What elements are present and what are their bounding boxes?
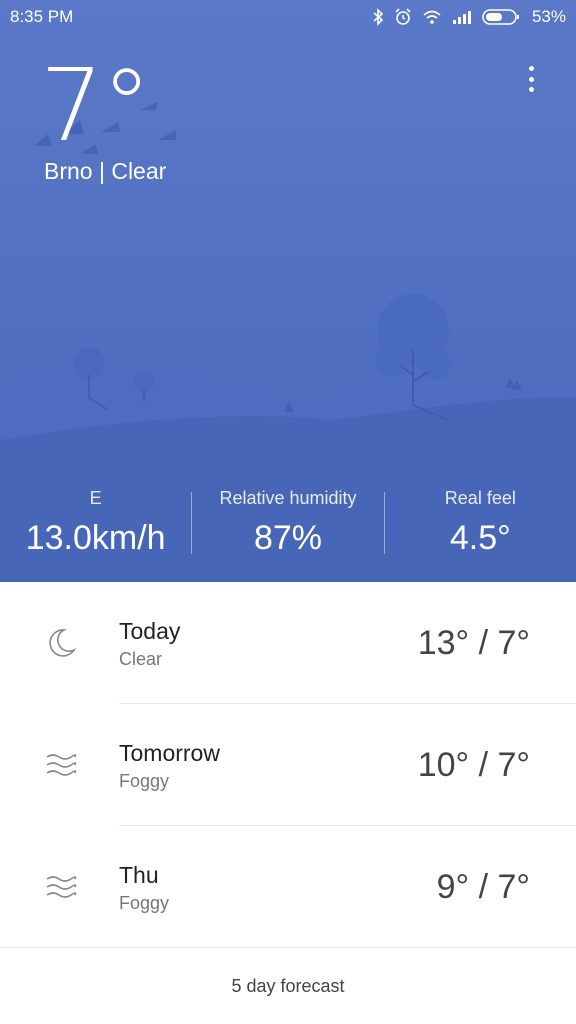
wifi-icon: [423, 10, 441, 24]
real-feel-label: Real feel: [444, 488, 516, 508]
signal-icon: [452, 11, 471, 24]
wind-speed: 13.0km/h: [25, 519, 166, 557]
forecast-day: Thu: [119, 862, 159, 888]
forecast-temps: 13° / 7°: [417, 624, 530, 662]
moon-icon: [49, 629, 77, 657]
real-feel-stat: Real feel 4.5°: [385, 486, 576, 568]
status-bar: 8:35 PM 53%: [0, 0, 576, 34]
wind-stat: E 13.0km/h: [0, 486, 191, 568]
location-label: Brno | Clear: [44, 158, 167, 184]
current-temperature: 7°: [40, 47, 152, 164]
bluetooth-icon: [373, 8, 384, 26]
humidity-stat: Relative humidity 87%: [192, 486, 383, 568]
overflow-menu-icon[interactable]: [521, 66, 541, 92]
fog-icon: [46, 876, 77, 898]
forecast-list: Today Clear 13° / 7° Tomorrow Foggy 10° …: [0, 582, 576, 948]
forecast-condition: Clear: [119, 649, 163, 669]
wind-direction: E: [89, 488, 102, 508]
alarm-icon: [395, 8, 411, 25]
forecast-day: Today: [119, 618, 181, 644]
battery-percent: 53%: [531, 7, 566, 26]
real-feel-value: 4.5°: [449, 519, 511, 557]
weather-hero: 8:35 PM 53% 7° Brno | Clear E 13.0km/h R…: [0, 0, 576, 582]
forecast-temps: 10° / 7°: [417, 746, 530, 784]
five-day-forecast-button[interactable]: 5 day forecast: [0, 948, 576, 1024]
battery-icon: [482, 9, 519, 25]
humidity-label: Relative humidity: [219, 488, 357, 508]
forecast-row-thu[interactable]: Thu Foggy 9° / 7°: [0, 826, 576, 948]
forecast-day: Tomorrow: [119, 740, 220, 766]
fog-icon: [46, 754, 77, 776]
forecast-condition: Foggy: [119, 893, 170, 913]
current-stats: E 13.0km/h Relative humidity 87% Real fe…: [0, 486, 576, 568]
forecast-condition: Foggy: [119, 771, 170, 791]
forecast-temps: 9° / 7°: [436, 868, 530, 906]
forecast-row-tomorrow[interactable]: Tomorrow Foggy 10° / 7°: [0, 704, 576, 826]
humidity-value: 87%: [253, 519, 323, 557]
forecast-row-today[interactable]: Today Clear 13° / 7°: [0, 582, 576, 704]
status-time: 8:35 PM: [10, 7, 74, 26]
